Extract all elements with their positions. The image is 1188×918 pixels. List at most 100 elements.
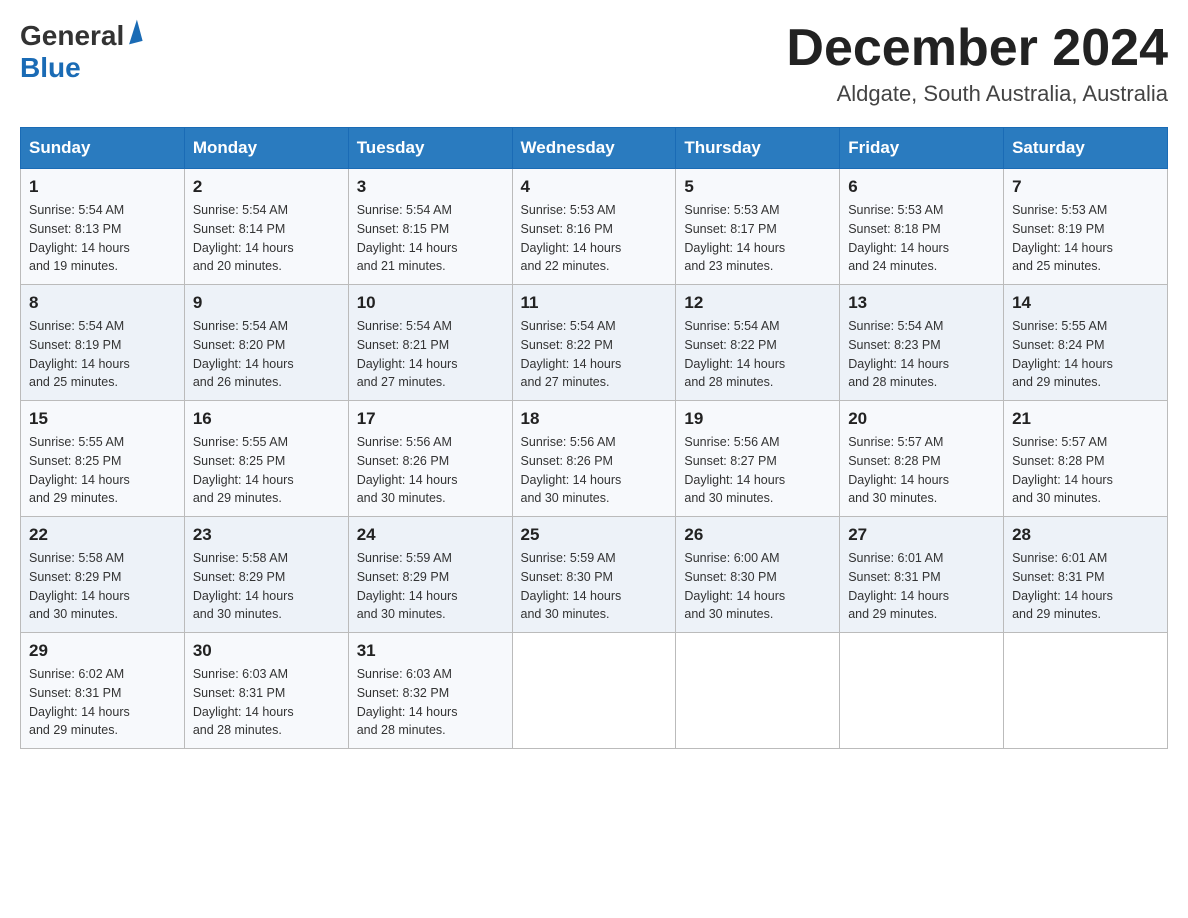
calendar-week-row: 15 Sunrise: 5:55 AM Sunset: 8:25 PM Dayl… [21,401,1168,517]
day-number: 20 [848,409,995,429]
day-info: Sunrise: 5:54 AM Sunset: 8:22 PM Dayligh… [684,317,831,392]
table-row: 28 Sunrise: 6:01 AM Sunset: 8:31 PM Dayl… [1004,517,1168,633]
table-row: 13 Sunrise: 5:54 AM Sunset: 8:23 PM Dayl… [840,285,1004,401]
table-row: 14 Sunrise: 5:55 AM Sunset: 8:24 PM Dayl… [1004,285,1168,401]
day-info: Sunrise: 5:53 AM Sunset: 8:18 PM Dayligh… [848,201,995,276]
calendar-week-row: 1 Sunrise: 5:54 AM Sunset: 8:13 PM Dayli… [21,169,1168,285]
day-info: Sunrise: 5:59 AM Sunset: 8:30 PM Dayligh… [521,549,668,624]
page-header: General Blue December 2024 Aldgate, Sout… [20,20,1168,107]
table-row: 15 Sunrise: 5:55 AM Sunset: 8:25 PM Dayl… [21,401,185,517]
col-saturday: Saturday [1004,128,1168,169]
table-row: 16 Sunrise: 5:55 AM Sunset: 8:25 PM Dayl… [184,401,348,517]
day-number: 22 [29,525,176,545]
day-number: 10 [357,293,504,313]
day-info: Sunrise: 5:56 AM Sunset: 8:27 PM Dayligh… [684,433,831,508]
day-number: 4 [521,177,668,197]
day-info: Sunrise: 5:54 AM Sunset: 8:14 PM Dayligh… [193,201,340,276]
table-row: 21 Sunrise: 5:57 AM Sunset: 8:28 PM Dayl… [1004,401,1168,517]
day-info: Sunrise: 5:53 AM Sunset: 8:17 PM Dayligh… [684,201,831,276]
table-row: 17 Sunrise: 5:56 AM Sunset: 8:26 PM Dayl… [348,401,512,517]
day-info: Sunrise: 6:03 AM Sunset: 8:31 PM Dayligh… [193,665,340,740]
day-number: 3 [357,177,504,197]
day-info: Sunrise: 5:53 AM Sunset: 8:16 PM Dayligh… [521,201,668,276]
day-info: Sunrise: 6:01 AM Sunset: 8:31 PM Dayligh… [848,549,995,624]
day-number: 15 [29,409,176,429]
day-number: 2 [193,177,340,197]
table-row: 12 Sunrise: 5:54 AM Sunset: 8:22 PM Dayl… [676,285,840,401]
table-row: 3 Sunrise: 5:54 AM Sunset: 8:15 PM Dayli… [348,169,512,285]
day-info: Sunrise: 6:00 AM Sunset: 8:30 PM Dayligh… [684,549,831,624]
table-row: 22 Sunrise: 5:58 AM Sunset: 8:29 PM Dayl… [21,517,185,633]
day-info: Sunrise: 5:54 AM Sunset: 8:21 PM Dayligh… [357,317,504,392]
day-info: Sunrise: 5:58 AM Sunset: 8:29 PM Dayligh… [29,549,176,624]
day-number: 31 [357,641,504,661]
day-info: Sunrise: 5:55 AM Sunset: 8:25 PM Dayligh… [193,433,340,508]
day-info: Sunrise: 5:54 AM Sunset: 8:20 PM Dayligh… [193,317,340,392]
day-number: 16 [193,409,340,429]
day-number: 17 [357,409,504,429]
calendar-week-row: 8 Sunrise: 5:54 AM Sunset: 8:19 PM Dayli… [21,285,1168,401]
day-number: 14 [1012,293,1159,313]
table-row: 10 Sunrise: 5:54 AM Sunset: 8:21 PM Dayl… [348,285,512,401]
table-row: 8 Sunrise: 5:54 AM Sunset: 8:19 PM Dayli… [21,285,185,401]
day-number: 27 [848,525,995,545]
table-row: 2 Sunrise: 5:54 AM Sunset: 8:14 PM Dayli… [184,169,348,285]
day-info: Sunrise: 5:55 AM Sunset: 8:25 PM Dayligh… [29,433,176,508]
table-row: 24 Sunrise: 5:59 AM Sunset: 8:29 PM Dayl… [348,517,512,633]
table-row [512,633,676,749]
day-number: 7 [1012,177,1159,197]
location-title: Aldgate, South Australia, Australia [786,81,1168,107]
day-info: Sunrise: 5:58 AM Sunset: 8:29 PM Dayligh… [193,549,340,624]
table-row: 30 Sunrise: 6:03 AM Sunset: 8:31 PM Dayl… [184,633,348,749]
day-number: 28 [1012,525,1159,545]
logo-blue: Blue [20,52,81,83]
table-row: 20 Sunrise: 5:57 AM Sunset: 8:28 PM Dayl… [840,401,1004,517]
day-info: Sunrise: 5:54 AM Sunset: 8:19 PM Dayligh… [29,317,176,392]
day-info: Sunrise: 5:57 AM Sunset: 8:28 PM Dayligh… [1012,433,1159,508]
day-number: 5 [684,177,831,197]
day-number: 30 [193,641,340,661]
month-title: December 2024 [786,20,1168,77]
day-number: 1 [29,177,176,197]
title-block: December 2024 Aldgate, South Australia, … [786,20,1168,107]
calendar-week-row: 29 Sunrise: 6:02 AM Sunset: 8:31 PM Dayl… [21,633,1168,749]
day-info: Sunrise: 5:54 AM Sunset: 8:13 PM Dayligh… [29,201,176,276]
day-number: 26 [684,525,831,545]
day-info: Sunrise: 6:03 AM Sunset: 8:32 PM Dayligh… [357,665,504,740]
day-number: 21 [1012,409,1159,429]
table-row: 9 Sunrise: 5:54 AM Sunset: 8:20 PM Dayli… [184,285,348,401]
day-number: 9 [193,293,340,313]
table-row: 26 Sunrise: 6:00 AM Sunset: 8:30 PM Dayl… [676,517,840,633]
table-row: 18 Sunrise: 5:56 AM Sunset: 8:26 PM Dayl… [512,401,676,517]
day-info: Sunrise: 6:01 AM Sunset: 8:31 PM Dayligh… [1012,549,1159,624]
col-thursday: Thursday [676,128,840,169]
table-row: 11 Sunrise: 5:54 AM Sunset: 8:22 PM Dayl… [512,285,676,401]
logo-text: General Blue [20,20,140,84]
col-tuesday: Tuesday [348,128,512,169]
logo: General Blue [20,20,140,84]
logo-icon [124,20,143,45]
col-sunday: Sunday [21,128,185,169]
day-info: Sunrise: 5:54 AM Sunset: 8:15 PM Dayligh… [357,201,504,276]
table-row: 4 Sunrise: 5:53 AM Sunset: 8:16 PM Dayli… [512,169,676,285]
day-info: Sunrise: 5:55 AM Sunset: 8:24 PM Dayligh… [1012,317,1159,392]
day-number: 25 [521,525,668,545]
logo-general: General [20,20,124,51]
col-monday: Monday [184,128,348,169]
table-row: 7 Sunrise: 5:53 AM Sunset: 8:19 PM Dayli… [1004,169,1168,285]
day-info: Sunrise: 5:56 AM Sunset: 8:26 PM Dayligh… [357,433,504,508]
day-info: Sunrise: 5:56 AM Sunset: 8:26 PM Dayligh… [521,433,668,508]
table-row [1004,633,1168,749]
col-wednesday: Wednesday [512,128,676,169]
day-number: 18 [521,409,668,429]
table-row [840,633,1004,749]
day-number: 29 [29,641,176,661]
table-row: 31 Sunrise: 6:03 AM Sunset: 8:32 PM Dayl… [348,633,512,749]
table-row: 5 Sunrise: 5:53 AM Sunset: 8:17 PM Dayli… [676,169,840,285]
day-number: 11 [521,293,668,313]
day-info: Sunrise: 5:54 AM Sunset: 8:22 PM Dayligh… [521,317,668,392]
table-row: 6 Sunrise: 5:53 AM Sunset: 8:18 PM Dayli… [840,169,1004,285]
calendar-header-row: Sunday Monday Tuesday Wednesday Thursday… [21,128,1168,169]
day-info: Sunrise: 5:57 AM Sunset: 8:28 PM Dayligh… [848,433,995,508]
day-number: 23 [193,525,340,545]
